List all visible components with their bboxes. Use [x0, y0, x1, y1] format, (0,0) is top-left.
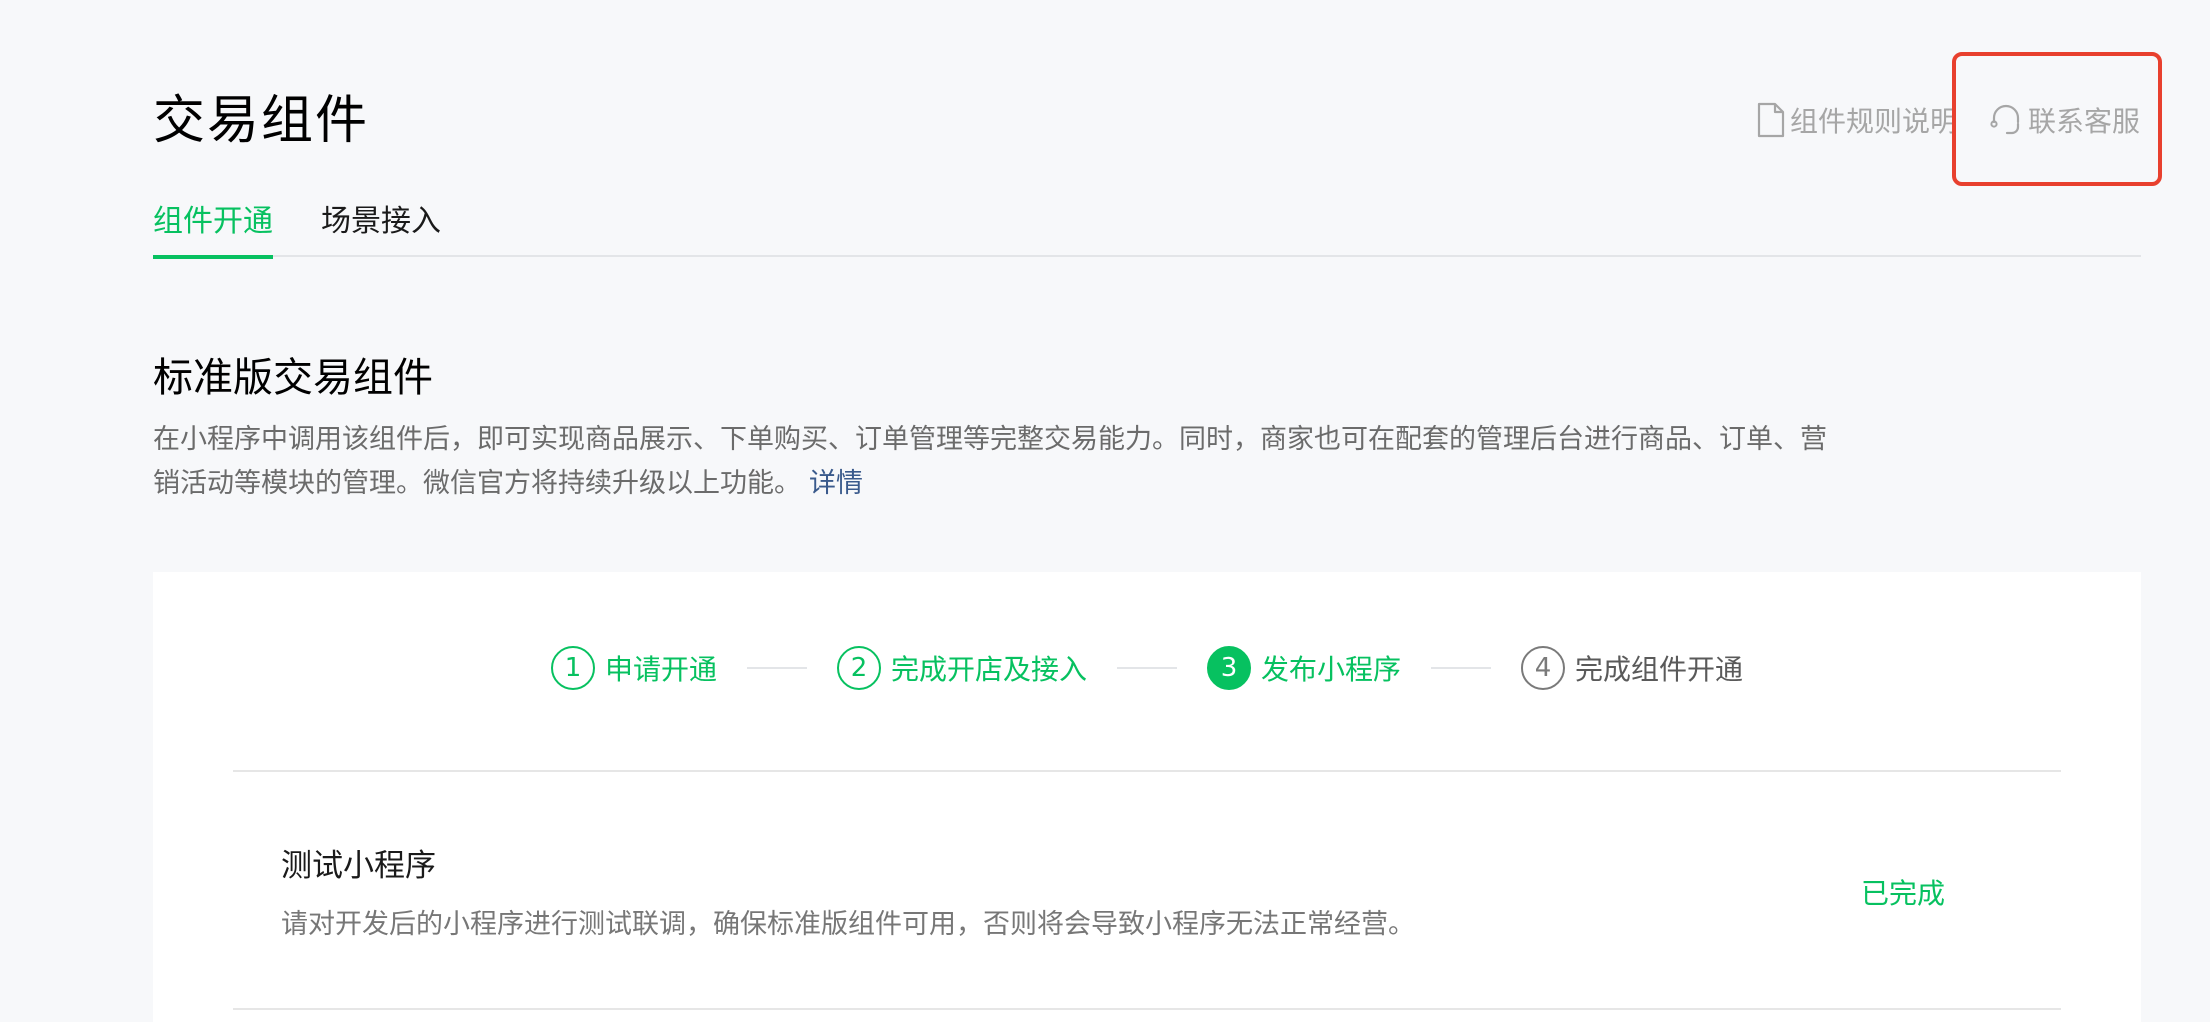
step-4-number: 4 [1521, 646, 1566, 690]
divider [233, 770, 2061, 772]
step-4: 4 完成组件开通 [1521, 646, 1743, 690]
tab-bar: 组件开通 场景接入 [153, 198, 2141, 259]
task-description: 请对开发后的小程序进行测试联调，确保标准版组件可用，否则将会导致小程序无法正常经… [281, 909, 1415, 940]
progress-card: 1 申请开通 2 完成开店及接入 3 发布小程序 4 完成组件开通 测试小程序 … [153, 572, 2141, 1022]
step-2: 2 完成开店及接入 [836, 646, 1087, 690]
tab-component-activation[interactable]: 组件开通 [153, 198, 273, 259]
step-indicator: 1 申请开通 2 完成开店及接入 3 发布小程序 4 完成组件开通 [153, 646, 2141, 690]
step-1-number: 1 [550, 646, 595, 690]
step-2-number: 2 [836, 646, 881, 690]
step-1-label: 申请开通 [604, 653, 717, 686]
section-title: 标准版交易组件 [153, 355, 433, 401]
step-3: 3 发布小程序 [1207, 646, 1401, 690]
section-description-text: 在小程序中调用该组件后，即可实现商品展示、下单购买、订单管理等完整交易能力。同时… [153, 424, 1827, 499]
section-description: 在小程序中调用该组件后，即可实现商品展示、下单购买、订单管理等完整交易能力。同时… [153, 418, 1833, 506]
step-connector [746, 667, 807, 669]
rules-link[interactable]: 组件规则说明 [1756, 100, 1958, 140]
step-connector [1431, 667, 1492, 669]
task-title: 测试小程序 [281, 848, 436, 884]
step-1: 1 申请开通 [550, 646, 717, 690]
rules-link-label: 组件规则说明 [1789, 105, 1958, 138]
header-links: 组件规则说明 联系客服 [1756, 100, 2140, 140]
page-title: 交易组件 [153, 91, 370, 151]
step-3-number: 3 [1207, 646, 1251, 690]
step-connector [1117, 667, 1177, 669]
divider [233, 1008, 2061, 1010]
page: 交易组件 组件规则说明 联系客服 组件开通 场景接入 标准版交易组件 在小程序中… [0, 0, 2210, 1022]
headset-icon [1988, 102, 2024, 138]
contact-service-label: 联系客服 [2027, 105, 2140, 138]
document-icon [1756, 102, 1786, 138]
step-4-label: 完成组件开通 [1575, 653, 1744, 686]
step-2-label: 完成开店及接入 [890, 653, 1087, 686]
task-status-badge: 已完成 [1861, 877, 1946, 910]
detail-link[interactable]: 详情 [809, 468, 863, 499]
contact-service-link[interactable]: 联系客服 [1988, 100, 2140, 140]
tab-scene-access[interactable]: 场景接入 [321, 198, 441, 257]
step-3-label: 发布小程序 [1261, 653, 1402, 686]
